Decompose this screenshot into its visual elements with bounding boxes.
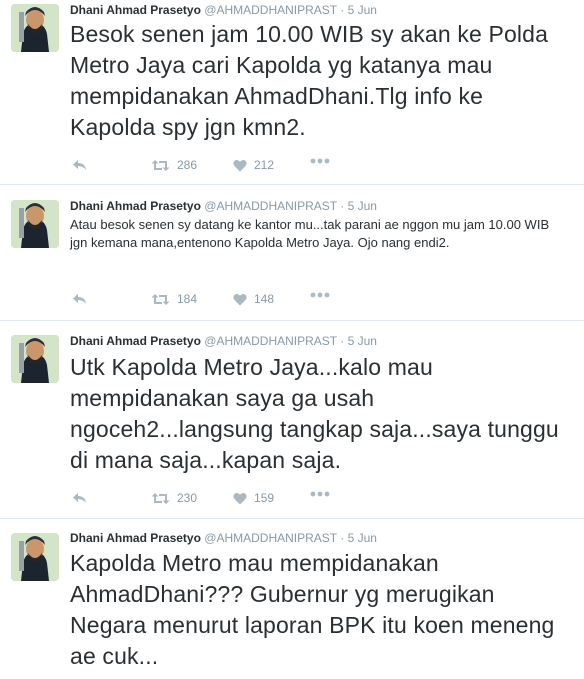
tweet[interactable]: Dhani Ahmad Prasetyo @AHMADDHANIPRAST · … [0,185,584,321]
avatar[interactable] [11,533,59,581]
more-icon [310,491,330,497]
separator-dot: · [340,199,345,213]
author-handle[interactable]: @AHMADDHANIPRAST [204,531,337,545]
retweet-button[interactable]: 184 [151,292,197,306]
like-count: 212 [254,158,275,172]
more-button[interactable] [310,292,330,298]
avatar[interactable] [11,200,59,248]
like-count: 159 [254,491,275,505]
separator-dot: · [340,334,345,348]
reply-icon [73,160,86,170]
tweet-header: Dhani Ahmad Prasetyo @AHMADDHANIPRAST · … [70,3,377,17]
retweet-count: 184 [177,292,198,306]
retweet-count: 286 [177,158,198,172]
author-handle[interactable]: @AHMADDHANIPRAST [204,199,337,213]
heart-icon [233,159,247,171]
retweet-count: 230 [177,491,198,505]
separator-dot: · [340,3,345,17]
tweet-text: Utk Kapolda Metro Jaya...kalo mau mempid… [70,354,559,473]
timestamp[interactable]: 5 Jun [348,3,377,17]
more-button[interactable] [310,158,330,164]
heart-icon [233,492,247,504]
author-name[interactable]: Dhani Ahmad Prasetyo [70,3,201,17]
tweet[interactable]: Dhani Ahmad Prasetyo @AHMADDHANIPRAST · … [0,321,584,519]
timestamp[interactable]: 5 Jun [348,531,377,545]
timestamp[interactable]: 5 Jun [348,334,377,348]
more-icon [310,158,330,164]
reply-button[interactable] [72,491,88,505]
like-button[interactable]: 212 [233,158,274,172]
author-handle[interactable]: @AHMADDHANIPRAST [204,334,337,348]
timestamp[interactable]: 5 Jun [348,199,377,213]
reply-button[interactable] [72,292,88,306]
retweet-icon [151,293,170,305]
reply-button[interactable] [72,158,88,172]
heart-icon [233,293,247,305]
author-handle[interactable]: @AHMADDHANIPRAST [204,3,337,17]
tweet-header: Dhani Ahmad Prasetyo @AHMADDHANIPRAST · … [70,334,377,348]
more-icon [310,292,330,298]
more-button[interactable] [310,491,330,497]
reply-icon [73,493,86,503]
tweet[interactable]: Dhani Ahmad Prasetyo @AHMADDHANIPRAST · … [0,0,584,185]
avatar[interactable] [11,4,59,52]
tweet[interactable]: Dhani Ahmad Prasetyo @AHMADDHANIPRAST · … [0,519,584,679]
tweet-header: Dhani Ahmad Prasetyo @AHMADDHANIPRAST · … [70,199,377,213]
tweet-text: Atau besok senen sy datang ke kantor mu.… [70,217,550,250]
avatar[interactable] [11,335,59,383]
separator-dot: · [340,531,345,545]
like-button[interactable]: 148 [233,292,274,306]
tweet-header: Dhani Ahmad Prasetyo @AHMADDHANIPRAST · … [70,531,377,545]
like-count: 148 [254,292,275,306]
like-button[interactable]: 159 [233,491,274,505]
author-name[interactable]: Dhani Ahmad Prasetyo [70,334,201,348]
tweet-text: Kapolda Metro mau mempidanakan AhmadDhan… [70,550,555,669]
retweet-icon [151,492,170,504]
reply-icon [73,294,86,304]
retweet-icon [151,159,170,171]
author-name[interactable]: Dhani Ahmad Prasetyo [70,199,201,213]
tweet-text: Besok senen jam 10.00 WIB sy akan ke Pol… [70,21,549,140]
author-name[interactable]: Dhani Ahmad Prasetyo [70,531,201,545]
retweet-button[interactable]: 286 [151,158,197,172]
retweet-button[interactable]: 230 [151,491,197,505]
